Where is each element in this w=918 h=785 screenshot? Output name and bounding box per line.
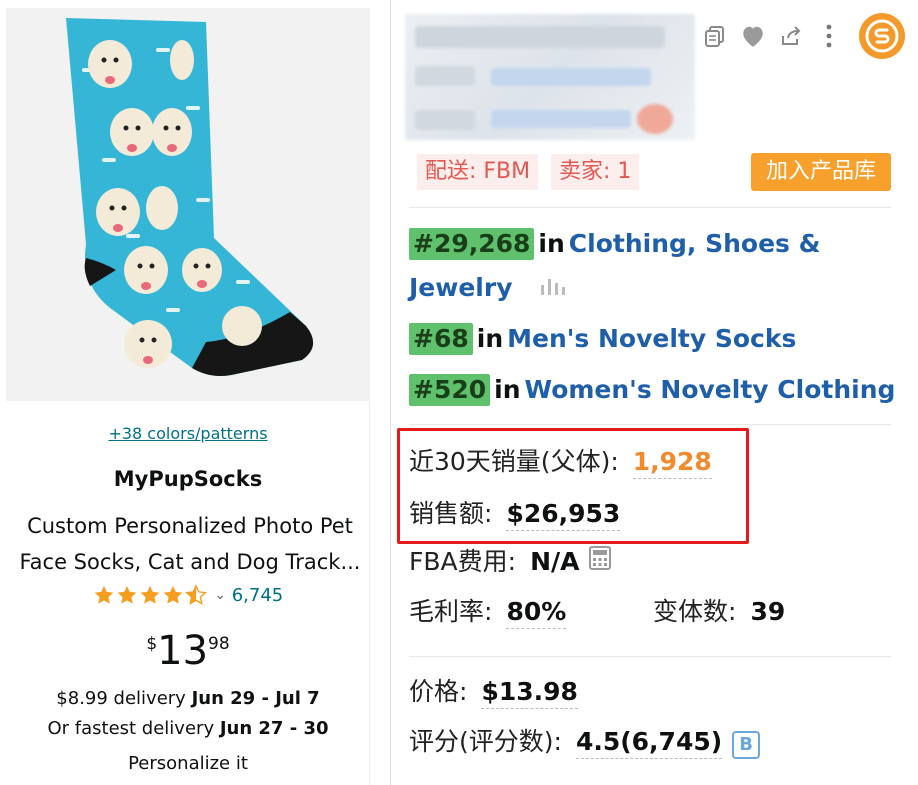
personalize-note: Personalize it <box>128 753 248 774</box>
revenue-label: 销售额: <box>409 499 493 528</box>
divider <box>409 656 891 657</box>
divider <box>409 207 891 208</box>
star-rating[interactable] <box>93 584 207 606</box>
price-label: 价格: <box>409 677 468 706</box>
brand-name: MyPupSocks <box>113 467 263 491</box>
heart-icon[interactable] <box>739 22 767 50</box>
product-image[interactable] <box>6 8 370 401</box>
variants-value: 39 <box>750 597 786 626</box>
rank-row-sub: #520 in Women's Novelty Clothing <box>409 372 895 408</box>
divider <box>409 424 891 425</box>
price-fraction: 98 <box>208 634 230 654</box>
rank-category-link[interactable]: Jewelry <box>409 273 513 302</box>
star-full-icon <box>117 585 137 604</box>
rank-row-main: #29,268 in Clothing, Shoes & <box>409 226 820 262</box>
rank-row-sub: #68 in Men's Novelty Socks <box>409 321 796 357</box>
panel-toolbar <box>701 13 915 59</box>
product-title-line2[interactable]: Face Socks, Cat and Dog Track... <box>12 544 368 580</box>
rating-row: ⌄ 6,745 <box>6 584 370 606</box>
rating-stat-row: 评分(评分数): 4.5(6,745) B <box>409 722 761 759</box>
delivery-prefix: $8.99 delivery <box>56 688 192 709</box>
fastest-delivery-info: Or fastest delivery Jun 27 - 30 <box>6 718 370 739</box>
product-card: +38 colors/patterns MyPupSocks Custom Pe… <box>6 8 370 785</box>
seller-count-tag: 卖家: 1 <box>551 154 640 190</box>
rank-category-link[interactable]: Clothing, Shoes & <box>569 229 821 258</box>
sock-illustration <box>6 8 370 401</box>
price: $ 13 98 <box>6 628 370 674</box>
rank-in-label: in <box>494 375 521 404</box>
delivery-info: $8.99 delivery Jun 29 - Jul 7 <box>6 688 370 709</box>
bar-chart-icon[interactable] <box>539 271 569 307</box>
blurred-product-info <box>405 14 695 140</box>
margin-value[interactable]: 80% <box>506 597 567 629</box>
price-currency: $ <box>146 634 158 654</box>
revenue-value[interactable]: $26,953 <box>506 499 621 531</box>
margin-row: 毛利率: 80% <box>409 592 567 629</box>
colors-patterns-link[interactable]: +38 colors/patterns <box>6 424 370 443</box>
variants-label: 变体数: <box>653 597 737 626</box>
delivery-dates: Jun 29 - Jul 7 <box>191 688 320 709</box>
review-count[interactable]: 6,745 <box>232 585 284 606</box>
more-options-icon[interactable] <box>815 22 843 50</box>
star-full-icon <box>94 585 114 604</box>
product-title-line1[interactable]: Custom Personalized Photo Pet <box>12 508 368 544</box>
rank-badge: #29,268 <box>409 228 535 260</box>
revenue-row: 销售额: $26,953 <box>409 494 621 531</box>
rank-in-label: in <box>538 229 565 258</box>
star-full-icon <box>140 585 160 604</box>
rank-row-main-cont: Jewelry <box>409 270 569 307</box>
rank-category-link[interactable]: Women's Novelty Clothing <box>525 375 896 404</box>
fba-fee-row: FBA费用: N/A <box>409 542 612 578</box>
rating-stat-label: 评分(评分数): <box>409 727 562 756</box>
rank-category-link[interactable]: Men's Novelty Socks <box>507 324 796 353</box>
fastest-dates: Jun 27 - 30 <box>219 718 329 739</box>
price-row: 价格: $13.98 <box>409 672 578 709</box>
fba-fee-label: FBA费用: <box>409 547 517 576</box>
star-half-icon <box>184 584 207 605</box>
fulfillment-tag: 配送: FBM <box>417 154 539 190</box>
chevron-down-icon[interactable]: ⌄ <box>215 588 226 603</box>
product-title[interactable]: Custom Personalized Photo Pet Face Socks… <box>12 508 368 580</box>
price-value[interactable]: $13.98 <box>481 677 578 709</box>
fastest-prefix: Or fastest delivery <box>47 718 220 739</box>
margin-label: 毛利率: <box>409 597 493 626</box>
sales-30d-row: 近30天销量(父体): 1,928 <box>409 442 712 479</box>
rank-in-label: in <box>476 324 504 353</box>
copy-icon[interactable] <box>701 22 729 50</box>
seller-plugin-panel: 配送: FBM 卖家: 1 加入产品库 #29,268 in Clothing, S… <box>390 0 918 785</box>
rating-grade-badge[interactable]: B <box>732 731 761 759</box>
plugin-logo-icon[interactable] <box>859 13 905 59</box>
share-icon[interactable] <box>777 22 805 50</box>
price-whole: 13 <box>157 628 209 674</box>
variants-row: 变体数: 39 <box>653 592 785 628</box>
add-to-library-button[interactable]: 加入产品库 <box>751 153 891 191</box>
calculator-icon[interactable] <box>589 546 612 576</box>
fba-fee-value: N/A <box>530 547 580 576</box>
star-full-icon <box>163 585 183 604</box>
rank-badge: #68 <box>409 323 473 355</box>
rating-stat-value[interactable]: 4.5(6,745) <box>575 727 723 759</box>
sales-30d-value[interactable]: 1,928 <box>632 447 712 479</box>
sales-30d-label: 近30天销量(父体): <box>409 447 619 476</box>
rank-badge: #520 <box>409 374 491 406</box>
